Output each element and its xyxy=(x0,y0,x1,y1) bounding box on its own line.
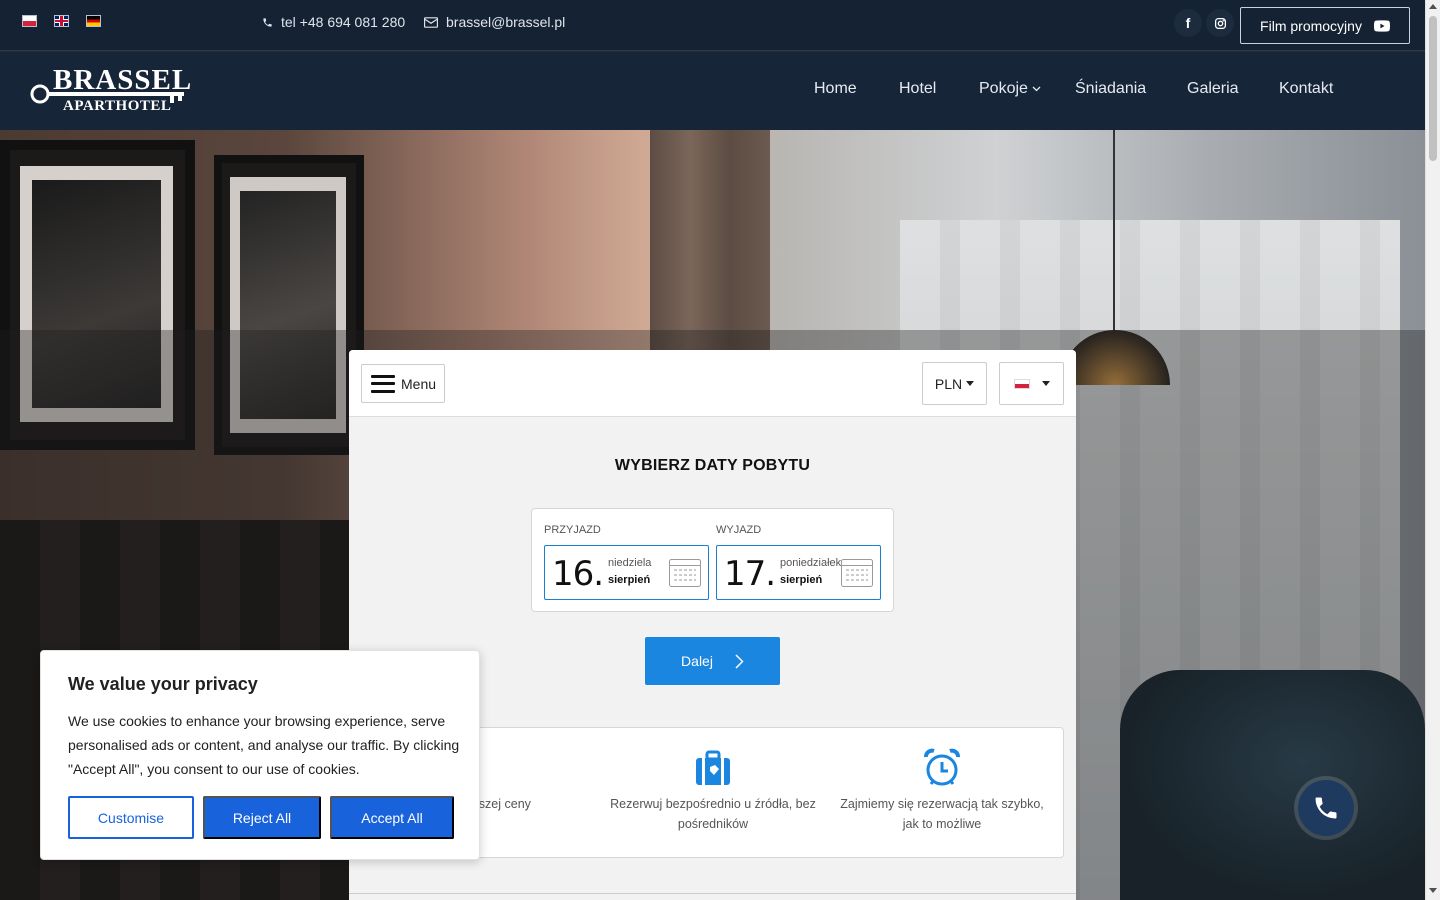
currency-value: PLN xyxy=(934,375,963,392)
youtube-icon xyxy=(1373,19,1390,32)
calendar-icon xyxy=(669,559,701,587)
hamburger-icon xyxy=(371,374,395,393)
alarm-clock-icon xyxy=(924,748,960,786)
dates-picker: PRZYJAZD WYJAZD 16. niedziela sierpień 1… xyxy=(531,508,894,612)
checkin-weekday: niedziela xyxy=(608,557,652,569)
flag-en-icon[interactable] xyxy=(54,15,69,27)
scroll-up-arrow-icon[interactable] xyxy=(1429,4,1437,9)
phone-icon xyxy=(1315,797,1337,819)
calendar-icon xyxy=(841,559,873,587)
benefit-item: Rezerwuj bezpośrednio u źródła, bez pośr… xyxy=(603,748,823,834)
lamp-cord xyxy=(1113,130,1115,335)
promo-film-button[interactable]: Film promocyjny xyxy=(1240,7,1410,44)
caret-down-icon xyxy=(966,381,975,386)
customise-button[interactable]: Customise xyxy=(68,796,194,839)
dates-title: WYBIERZ DATY POBYTU xyxy=(614,457,811,474)
checkin-day: 16. xyxy=(552,554,604,594)
cookie-text: We use cookies to enhance your browsing … xyxy=(68,713,460,777)
checkout-date-field[interactable]: 17. poniedziałek sierpień xyxy=(716,545,881,600)
next-label: Dalej xyxy=(681,653,713,669)
currency-select[interactable]: PLN xyxy=(922,362,987,405)
luggage-icon xyxy=(696,750,730,785)
caret-down-icon xyxy=(1041,381,1050,386)
checkout-weekday: poniedziałek xyxy=(780,557,842,569)
phone-link[interactable]: tel +48 694 081 280 xyxy=(262,14,405,30)
page-scrollbar[interactable] xyxy=(1425,0,1440,900)
flag-de-icon[interactable] xyxy=(86,15,101,27)
flag-pl-icon xyxy=(1013,378,1030,389)
phone-text: tel +48 694 081 280 xyxy=(281,14,406,30)
divider xyxy=(349,893,1076,894)
checkout-label: WYJAZD xyxy=(716,524,762,536)
nav-breakfast[interactable]: Śniadania xyxy=(1075,80,1146,98)
menu-label: Menu xyxy=(401,375,437,392)
call-button[interactable] xyxy=(1298,780,1354,836)
promo-film-label: Film promocyjny xyxy=(1260,17,1362,34)
main-navbar: BRASSEL APARTHOTEL Home Hotel Pokoje Śni… xyxy=(0,52,1425,130)
brand-name: BRASSEL xyxy=(53,64,193,96)
envelope-icon xyxy=(424,16,438,28)
brand-subtitle: APARTHOTEL xyxy=(63,98,172,114)
reject-all-button[interactable]: Reject All xyxy=(203,796,321,839)
next-button[interactable]: Dalej xyxy=(645,637,780,685)
booking-header: Menu PLN xyxy=(349,350,1076,417)
scroll-thumb[interactable] xyxy=(1429,16,1437,161)
benefit-text: Rezerwuj bezpośrednio u źródła, bez pośr… xyxy=(610,797,816,831)
email-link[interactable]: brassel@brassel.pl xyxy=(424,14,565,30)
checkin-date-field[interactable]: 16. niedziela sierpień xyxy=(544,545,709,600)
chevron-down-icon[interactable] xyxy=(1032,84,1041,95)
checkout-month: sierpień xyxy=(780,574,823,586)
accept-all-button[interactable]: Accept All xyxy=(330,796,454,839)
cookie-title: We value your privacy xyxy=(68,674,258,694)
checkin-month: sierpień xyxy=(608,574,651,586)
brand-logo[interactable]: BRASSEL APARTHOTEL xyxy=(30,64,193,116)
top-bar: tel +48 694 081 280 brassel@brassel.pl f… xyxy=(0,0,1425,51)
benefit-text: Zajmiemy się rezerwacją tak szybko, jak … xyxy=(840,797,1044,831)
checkin-label: PRZYJAZD xyxy=(544,524,601,536)
nav-rooms[interactable]: Pokoje xyxy=(979,80,1028,98)
checkout-day: 17. xyxy=(724,554,776,594)
phone-icon xyxy=(263,17,272,27)
nav-contact[interactable]: Kontakt xyxy=(1279,80,1333,98)
nav-hotel[interactable]: Hotel xyxy=(899,80,936,98)
instagram-icon[interactable] xyxy=(1206,9,1234,37)
nav-home[interactable]: Home xyxy=(814,80,857,98)
cookie-consent-dialog: We value your privacy We use cookies to … xyxy=(40,650,480,860)
menu-button[interactable]: Menu xyxy=(361,364,445,403)
scroll-down-arrow-icon[interactable] xyxy=(1429,888,1437,893)
benefit-item: Zajmiemy się rezerwacją tak szybko, jak … xyxy=(832,748,1052,834)
flag-pl-icon[interactable] xyxy=(22,15,37,27)
email-text: brassel@brassel.pl xyxy=(446,14,566,30)
nav-gallery[interactable]: Galeria xyxy=(1187,80,1239,98)
facebook-icon[interactable]: f xyxy=(1174,9,1202,37)
language-select[interactable] xyxy=(999,362,1064,405)
chevron-right-icon xyxy=(735,653,744,669)
